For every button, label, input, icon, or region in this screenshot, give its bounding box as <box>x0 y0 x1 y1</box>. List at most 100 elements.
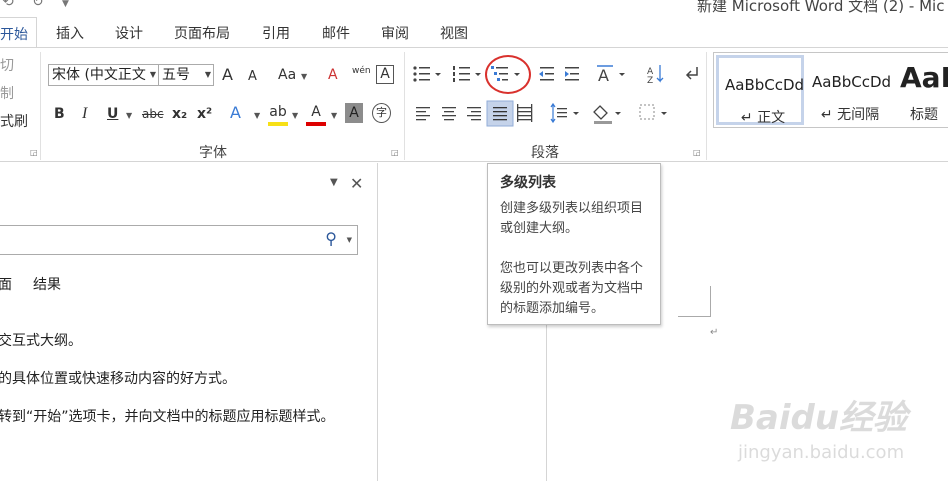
style-normal[interactable]: AaBbCcDd ↵ 正文 <box>716 55 805 126</box>
char-border-button[interactable]: A <box>376 65 394 84</box>
style-name: ↵ 正文 <box>740 110 786 126</box>
tab-view[interactable]: 视图 <box>440 23 468 43</box>
tab-layout[interactable]: 页面布局 <box>174 23 230 43</box>
pane-options-icon[interactable]: ▼ <box>330 177 338 188</box>
clear-format-button[interactable]: A <box>328 65 338 85</box>
chinese-layout-icon[interactable]: A <box>597 65 625 85</box>
bullets-icon[interactable] <box>413 66 441 82</box>
chevron-down-icon[interactable]: ▼ <box>331 111 337 120</box>
italic-button[interactable]: I <box>82 104 87 124</box>
nav-help-line: 转到“开始”选项卡，并向文档中的标题应用标题样式。 <box>0 409 335 425</box>
style-heading[interactable]: AaB 标题 <box>894 55 948 125</box>
highlight-button[interactable]: ab <box>268 102 288 126</box>
nav-help-line: 交互式大纲。 <box>0 333 82 349</box>
separator <box>706 52 707 160</box>
strikethrough-button[interactable]: abc <box>142 104 164 124</box>
watermark-url: jingyan.baidu.com <box>738 442 905 463</box>
tab-design[interactable]: 设计 <box>115 23 143 43</box>
nav-tab-results[interactable]: 结果 <box>33 274 61 294</box>
increase-indent-icon[interactable] <box>565 67 579 81</box>
tooltip-description: 您也可以更改列表中各个级别的外观或者为文档中的标题添加编号。 <box>500 261 644 316</box>
shrink-font-button[interactable]: A <box>248 67 257 87</box>
style-name: 标题 <box>910 107 938 123</box>
navigation-pane: ▼ ✕ ⚲ ▼ 面 结果 交互式大纲。 的具体位置或快速移动内容的好方式。 转到… <box>0 163 378 481</box>
underline-button[interactable]: U <box>107 104 118 124</box>
line-spacing-icon[interactable] <box>550 102 579 124</box>
numbering-icon[interactable] <box>453 66 481 82</box>
font-size-value: 五号 <box>162 67 190 83</box>
font-launcher-icon[interactable]: ◲ <box>391 148 399 157</box>
nav-tab-pages[interactable]: 面 <box>0 274 12 294</box>
char-shading-button[interactable]: A <box>345 103 363 123</box>
chevron-down-icon[interactable]: ▼ <box>205 65 211 85</box>
format-painter-button[interactable]: 式刷 <box>0 112 28 132</box>
chevron-down-icon[interactable]: ▼ <box>301 72 307 81</box>
chevron-down-icon[interactable]: ▼ <box>150 65 156 85</box>
search-icon[interactable]: ⚲ <box>325 229 337 248</box>
separator <box>40 52 41 160</box>
font-group-label: 字体 <box>199 145 227 161</box>
style-sample: AaBbCcDd <box>725 76 805 94</box>
undo-icon[interactable]: ⟲ <box>2 0 14 10</box>
chevron-down-icon[interactable]: ▼ <box>347 236 352 244</box>
multilevel-list-tooltip: 多级列表 创建多级列表以组织项目或创建大纲。 您也可以更改列表中各个级别的外观或… <box>487 163 661 325</box>
redo-icon[interactable]: ↻ <box>32 0 44 10</box>
baidu-watermark: Baidu经验 jingyan.baidu.com <box>730 390 940 475</box>
paragraph-mark: ↵ <box>710 327 719 338</box>
nav-help-line: 的具体位置或快速移动内容的好方式。 <box>0 371 236 387</box>
font-color-button[interactable]: A <box>306 102 326 126</box>
window-title: 新建 Microsoft Word 文档 (2) - Mic <box>697 0 945 14</box>
font-name-value: 宋体 (中文正文 <box>52 67 146 83</box>
chevron-down-icon[interactable]: ▼ <box>254 111 260 120</box>
align-right-icon[interactable] <box>467 107 481 121</box>
search-input[interactable]: ⚲ ▼ <box>0 225 358 255</box>
customize-icon[interactable]: ▼ <box>62 0 69 9</box>
tab-references[interactable]: 引用 <box>262 23 290 43</box>
chevron-down-icon[interactable]: ▼ <box>126 111 132 120</box>
borders-icon[interactable] <box>639 104 667 120</box>
font-name-combo[interactable]: 宋体 (中文正文 ▼ <box>48 64 159 86</box>
change-case-button[interactable]: Aa <box>278 65 296 85</box>
bold-button[interactable]: B <box>54 104 65 124</box>
show-marks-icon[interactable] <box>685 67 698 80</box>
grow-font-button[interactable]: A <box>222 65 233 85</box>
svg-text:Z: Z <box>647 76 653 86</box>
shading-icon[interactable] <box>593 105 621 124</box>
tooltip-description: 创建多级列表以组织项目或创建大纲。 <box>500 201 644 236</box>
styles-gallery: AaBbCcDd ↵ 正文 AaBbCcDd ↵ 无间隔 AaB 标题 <box>713 52 948 128</box>
ribbon: 切 制 式刷 ◲ 宋体 (中文正文 ▼ 五号 ▼ A A Aa ▼ A wén … <box>0 47 948 162</box>
phonetic-guide-button[interactable]: wén <box>352 61 371 81</box>
clipboard-launcher-icon[interactable]: ◲ <box>30 148 38 157</box>
svg-text:A: A <box>598 66 609 85</box>
enclose-char-button[interactable]: 字 <box>372 103 391 123</box>
font-size-combo[interactable]: 五号 ▼ <box>158 64 214 86</box>
close-icon[interactable]: ✕ <box>350 174 363 193</box>
paragraph-icons: A A Z <box>413 65 698 127</box>
distributed-icon[interactable] <box>517 104 533 122</box>
align-center-icon[interactable] <box>442 107 456 121</box>
title-bar: ⟲ ↻ ▼ 新建 Microsoft Word 文档 (2) - Mic <box>0 0 948 14</box>
style-sample: AaB <box>900 61 948 94</box>
tab-review[interactable]: 审阅 <box>381 23 409 43</box>
watermark-brand: Baidu经验 <box>730 398 908 438</box>
copy-button[interactable]: 制 <box>0 84 14 104</box>
align-left-icon[interactable] <box>416 107 430 121</box>
style-sample: AaBbCcDd <box>812 73 892 91</box>
tooltip-title: 多级列表 <box>500 175 556 191</box>
highlight-circle <box>485 55 531 94</box>
decrease-indent-icon[interactable] <box>539 67 554 81</box>
paragraph-launcher-icon[interactable]: ◲ <box>693 148 701 157</box>
ribbon-tabs: 开始 插入 设计 页面布局 引用 邮件 审阅 视图 <box>0 14 948 49</box>
style-name: ↵ 无间隔 <box>820 107 880 123</box>
text-effect-button[interactable]: A <box>230 103 241 123</box>
justify-icon[interactable] <box>486 100 514 127</box>
tab-home[interactable]: 开始 <box>0 17 37 49</box>
cut-button[interactable]: 切 <box>0 56 14 76</box>
subscript-button[interactable]: x₂ <box>172 104 187 124</box>
style-no-spacing[interactable]: AaBbCcDd ↵ 无间隔 <box>806 55 894 125</box>
chevron-down-icon[interactable]: ▼ <box>292 111 298 120</box>
sort-icon[interactable]: A Z <box>647 65 664 86</box>
tab-mailings[interactable]: 邮件 <box>322 23 350 43</box>
tab-insert[interactable]: 插入 <box>56 23 84 43</box>
superscript-button[interactable]: x² <box>197 104 212 124</box>
